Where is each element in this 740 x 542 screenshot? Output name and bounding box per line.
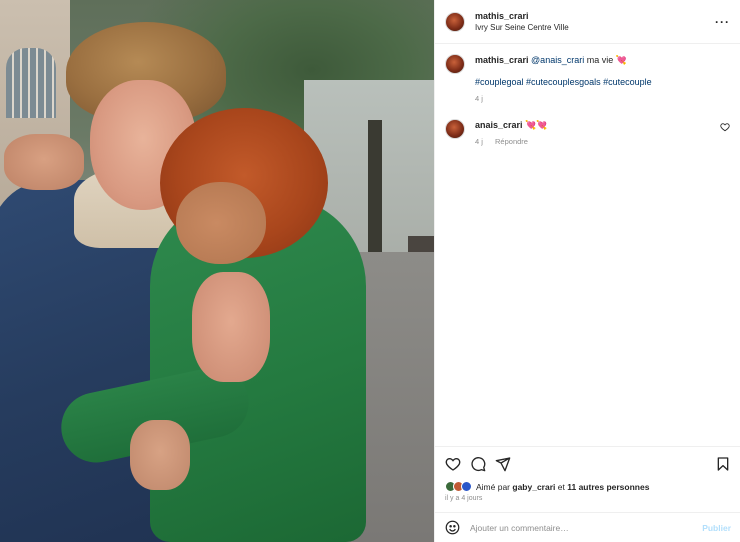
action-icons <box>445 455 731 473</box>
likers-avatars[interactable] <box>445 481 472 492</box>
header-text: mathis_crari Ivry Sur Seine Centre Ville <box>475 11 715 32</box>
caption-row: mathis_crari @anais_crari ma vie 💘 #coup… <box>445 54 730 105</box>
liker-avatar <box>461 481 472 492</box>
comment-row: anais_crari 💘💘 4 j Répondre <box>445 119 730 148</box>
comment-username[interactable]: anais_crari <box>475 120 523 130</box>
post-time: il y a 4 jours <box>445 495 483 502</box>
liked-prefix: Aimé par <box>476 481 511 492</box>
heart-icon[interactable] <box>720 122 730 132</box>
comment-meta: 4 j Répondre <box>475 135 720 148</box>
caption-meta: 4 j <box>475 92 730 105</box>
comment-input[interactable] <box>470 522 703 533</box>
author-avatar[interactable] <box>445 11 465 32</box>
comment-age: 4 j <box>475 137 483 146</box>
post-header: mathis_crari Ivry Sur Seine Centre Ville… <box>435 0 740 44</box>
share-icon[interactable] <box>495 456 511 472</box>
caption-body: mathis_crari @anais_crari ma vie 💘 #coup… <box>475 54 730 105</box>
post-actions: Aimé par gaby_crari et 11 autres personn… <box>435 446 740 502</box>
post-modal: mathis_crari Ivry Sur Seine Centre Ville… <box>0 0 740 542</box>
liked-conj: et <box>557 481 565 492</box>
caption-username[interactable]: mathis_crari <box>475 55 529 65</box>
photo-hand <box>130 420 190 490</box>
emoji-icon[interactable] <box>445 520 460 535</box>
comment-icon[interactable] <box>470 456 486 472</box>
caption-avatar[interactable] <box>445 54 465 74</box>
add-comment-bar: Publier <box>435 512 740 542</box>
caption-text: ma vie <box>586 55 614 65</box>
reply-button[interactable]: Répondre <box>495 137 528 146</box>
more-horizontal-icon[interactable]: ··· <box>715 15 730 29</box>
caption-emoji: 💘 <box>615 55 627 65</box>
post-location[interactable]: Ivry Sur Seine Centre Ville <box>475 23 715 32</box>
heart-icon[interactable] <box>445 456 461 472</box>
publish-button[interactable]: Publier <box>702 523 731 533</box>
comment-emoji: 💘💘 <box>525 120 548 130</box>
caption-age: 4 j <box>475 94 483 103</box>
post-side-panel: mathis_crari Ivry Sur Seine Centre Ville… <box>434 0 740 542</box>
comment-avatar[interactable] <box>445 119 465 139</box>
photo-hand <box>4 134 84 190</box>
caption-hashtags[interactable]: #couplegoal #cutecouplesgoals #cutecoupl… <box>475 76 730 89</box>
author-username[interactable]: mathis_crari <box>475 11 715 21</box>
photo-hand <box>192 272 270 382</box>
likes-summary: Aimé par gaby_crari et 11 autres personn… <box>445 481 731 492</box>
caption-mention[interactable]: @anais_crari <box>531 55 584 65</box>
photo-person2-face <box>176 182 266 264</box>
post-photo[interactable] <box>0 0 434 542</box>
bookmark-icon[interactable] <box>715 456 731 472</box>
liked-user[interactable]: gaby_crari <box>512 482 555 492</box>
comment-body: anais_crari 💘💘 4 j Répondre <box>475 119 720 148</box>
comments-list: mathis_crari @anais_crari ma vie 💘 #coup… <box>435 44 740 446</box>
liked-others[interactable]: 11 autres personnes <box>567 482 649 492</box>
photo-tree-trunk <box>368 120 382 270</box>
